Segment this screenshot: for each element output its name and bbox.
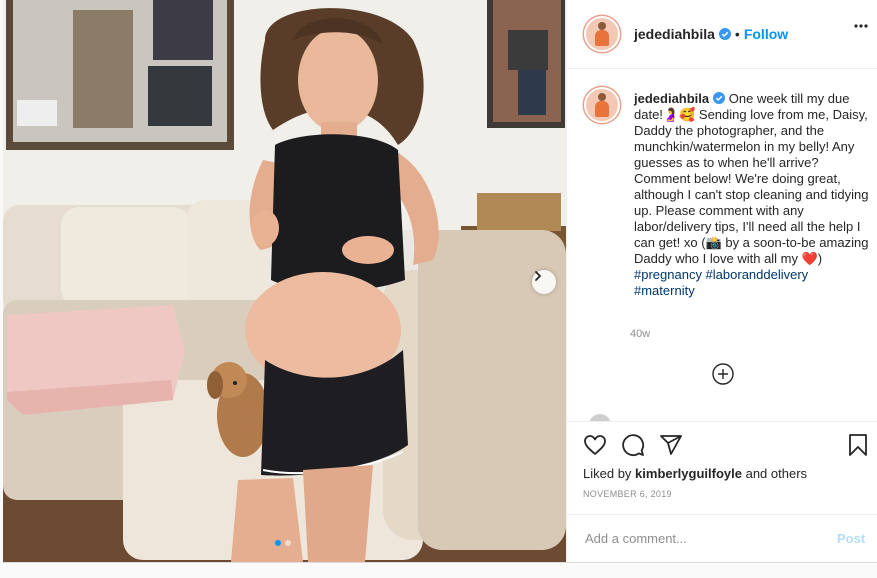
post-header: jedediahbila • Follow xyxy=(567,0,877,69)
liked-by-suffix[interactable]: and others xyxy=(746,466,807,481)
caption-username[interactable]: jedediahbila xyxy=(634,91,709,106)
share-icon xyxy=(660,435,682,455)
comment-input[interactable] xyxy=(583,530,827,547)
liked-by-user[interactable]: kimberlyguilfoyle xyxy=(635,466,742,481)
next-photo-button[interactable] xyxy=(532,270,556,294)
add-comment-bar: Post xyxy=(567,514,877,562)
action-icons xyxy=(583,433,683,462)
verified-badge-icon xyxy=(713,92,726,104)
post-comment-button[interactable]: Post xyxy=(837,531,865,546)
heart-icon xyxy=(584,435,606,455)
caption-text: One week till my due date!🤰🥰 Sending lov… xyxy=(634,91,869,266)
post-actions: Liked by kimberlyguilfoyle and others NO… xyxy=(567,421,877,514)
comment-icon xyxy=(622,434,645,457)
save-icon xyxy=(849,434,867,456)
save-button[interactable] xyxy=(846,433,870,462)
caption-row: jedediahbila One week till my due date!🤰… xyxy=(584,87,874,299)
like-button[interactable] xyxy=(583,433,607,462)
carousel-indicator xyxy=(275,540,291,546)
post-date[interactable]: NOVEMBER 6, 2019 xyxy=(583,489,672,499)
liked-by: Liked by kimberlyguilfoyle and others xyxy=(583,466,807,481)
post-age: 40w xyxy=(630,328,651,340)
share-button[interactable] xyxy=(659,433,683,462)
post-container: jedediahbila • Follow jedediahbila One w… xyxy=(3,0,877,563)
header-username[interactable]: jedediahbila xyxy=(634,26,715,42)
more-options-icon[interactable] xyxy=(854,24,868,28)
photo-illustration xyxy=(3,0,566,562)
post-side-panel: jedediahbila • Follow jedediahbila One w… xyxy=(566,0,877,562)
liked-by-prefix: Liked by xyxy=(583,466,632,481)
avatar[interactable] xyxy=(584,16,620,52)
caption-hashtags[interactable]: #pregnancy #laboranddelivery #maternity xyxy=(634,267,870,299)
comments-area[interactable]: jedediahbila One week till my due date!🤰… xyxy=(567,69,877,421)
follow-button[interactable]: Follow xyxy=(744,26,788,42)
comment-button[interactable] xyxy=(621,433,645,462)
caption: jedediahbila One week till my due date!🤰… xyxy=(634,91,870,299)
next-comment-avatar xyxy=(589,414,611,421)
post-photo[interactable] xyxy=(3,0,566,562)
verified-badge-icon xyxy=(718,28,731,40)
load-more-comments-icon[interactable] xyxy=(712,363,734,385)
next-photo-icon xyxy=(535,271,541,281)
carousel-dot-active xyxy=(275,540,281,546)
carousel-dot xyxy=(285,540,291,546)
header-separator: • xyxy=(734,26,740,42)
caption-avatar[interactable] xyxy=(584,87,620,123)
